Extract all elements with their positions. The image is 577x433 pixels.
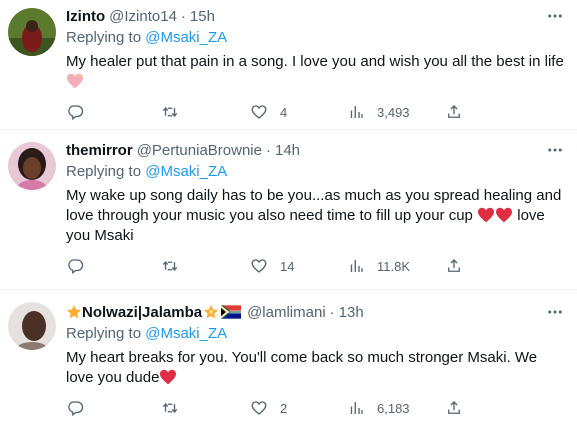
glowing-star-emoji-icon bbox=[203, 304, 219, 320]
replying-to-label: Replying to bbox=[66, 163, 146, 180]
share-button[interactable] bbox=[445, 399, 463, 417]
like-count: 4 bbox=[280, 104, 288, 120]
avatar[interactable] bbox=[8, 302, 56, 350]
user-handle[interactable]: @lamlimani bbox=[247, 304, 326, 321]
views-icon bbox=[350, 260, 363, 272]
timestamp[interactable]: 15h bbox=[190, 8, 215, 25]
replying-to: Replying to @Msaki_ZA bbox=[66, 325, 565, 345]
tweet-themirror[interactable]: themirror @PertuniaBrownie · 14h Replyin… bbox=[0, 130, 577, 290]
reply-button[interactable] bbox=[66, 399, 161, 417]
reply-button[interactable] bbox=[66, 257, 161, 275]
views-button[interactable]: 11.8K bbox=[347, 257, 445, 275]
views-button[interactable]: 3,493 bbox=[347, 103, 445, 121]
views-count: 11.8K bbox=[377, 258, 411, 274]
south-africa-flag-icon bbox=[221, 305, 242, 319]
display-name[interactable]: themirror bbox=[66, 142, 133, 159]
tweet-nolwazi[interactable]: Nolwazi |Jalamba @lamlimani · 13h Replyin… bbox=[0, 290, 577, 433]
tweet-text-body: My healer put that pain in a song. I lov… bbox=[66, 53, 564, 70]
timestamp[interactable]: 14h bbox=[275, 142, 300, 159]
retweet-icon bbox=[162, 260, 178, 272]
mention-link[interactable]: @Msaki_ZA bbox=[145, 325, 227, 342]
reply-icon bbox=[68, 105, 84, 121]
views-count: 6,183 bbox=[377, 400, 410, 416]
like-icon bbox=[251, 401, 267, 415]
replying-to-label: Replying to bbox=[66, 29, 146, 46]
like-count: 2 bbox=[280, 400, 288, 416]
tweet-text: My heart breaks for you. You'll come bac… bbox=[66, 348, 565, 388]
like-button[interactable]: 14 bbox=[250, 257, 347, 275]
user-handle[interactable]: @Izinto14 bbox=[109, 8, 177, 25]
reply-icon bbox=[68, 259, 84, 275]
timestamp[interactable]: 13h bbox=[339, 304, 364, 321]
tweet-actions: 4 3,493 bbox=[66, 102, 565, 122]
like-icon bbox=[251, 259, 267, 273]
tweet-actions: 2 6,183 bbox=[66, 398, 565, 418]
retweet-icon bbox=[162, 402, 178, 414]
avatar[interactable] bbox=[8, 8, 56, 56]
share-icon bbox=[448, 259, 460, 272]
replying-to-label: Replying to bbox=[66, 325, 146, 342]
share-icon bbox=[448, 401, 460, 414]
separator-dot: · bbox=[329, 303, 335, 321]
avatar[interactable] bbox=[8, 142, 56, 190]
retweet-button[interactable] bbox=[161, 103, 250, 121]
more-icon[interactable] bbox=[545, 6, 565, 26]
views-icon bbox=[350, 106, 363, 118]
display-name-suffix[interactable]: |Jalamba bbox=[138, 304, 202, 321]
tweet-actions: 14 11.8K bbox=[66, 256, 565, 276]
views-icon bbox=[350, 402, 363, 414]
retweet-icon bbox=[162, 106, 178, 118]
tweet-text: My wake up song daily has to be you...as… bbox=[66, 186, 565, 246]
replying-to: Replying to @Msaki_ZA bbox=[66, 29, 565, 49]
share-button[interactable] bbox=[445, 257, 463, 275]
red-heart-emoji-icon bbox=[159, 369, 177, 385]
more-icon[interactable] bbox=[545, 140, 565, 160]
share-button[interactable] bbox=[445, 103, 463, 121]
tweet-text: My healer put that pain in a song. I lov… bbox=[66, 52, 565, 92]
reply-button[interactable] bbox=[66, 103, 161, 121]
replying-to: Replying to @Msaki_ZA bbox=[66, 163, 565, 183]
sparkling-heart-emoji-icon bbox=[66, 73, 84, 89]
views-count: 3,493 bbox=[377, 104, 410, 120]
red-heart-emoji-icon bbox=[495, 207, 513, 223]
retweet-button[interactable] bbox=[161, 257, 250, 275]
tweet-text-body: My heart breaks for you. You'll come bac… bbox=[66, 349, 538, 386]
display-name[interactable]: Izinto bbox=[66, 8, 105, 25]
retweet-button[interactable] bbox=[161, 399, 250, 417]
like-button[interactable]: 2 bbox=[250, 399, 347, 417]
reply-icon bbox=[68, 401, 84, 417]
like-icon bbox=[251, 105, 267, 119]
red-heart-emoji-icon bbox=[477, 207, 495, 223]
mention-link[interactable]: @Msaki_ZA bbox=[145, 163, 227, 180]
separator-dot: · bbox=[180, 7, 186, 25]
like-button[interactable]: 4 bbox=[250, 103, 347, 121]
share-icon bbox=[448, 105, 460, 118]
display-name[interactable]: Nolwazi bbox=[82, 304, 138, 321]
views-button[interactable]: 6,183 bbox=[347, 399, 445, 417]
star-emoji-icon bbox=[66, 304, 82, 320]
tweet-izinto[interactable]: Izinto @Izinto14 · 15h Replying to @Msak… bbox=[0, 0, 577, 130]
separator-dot: · bbox=[265, 141, 271, 159]
mention-link[interactable]: @Msaki_ZA bbox=[145, 29, 227, 46]
more-icon[interactable] bbox=[545, 302, 565, 322]
like-count: 14 bbox=[280, 258, 295, 274]
user-handle[interactable]: @PertuniaBrownie bbox=[137, 142, 262, 159]
